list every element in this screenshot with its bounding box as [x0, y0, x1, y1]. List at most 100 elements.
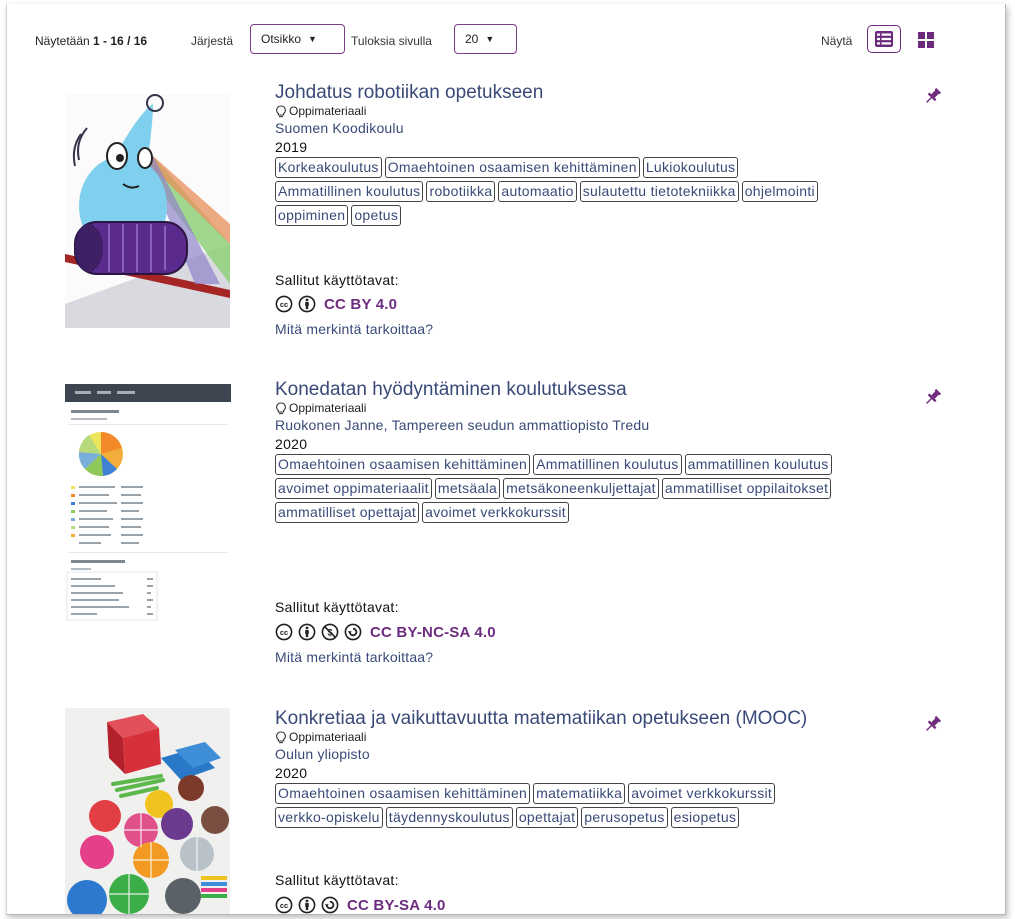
- grid-view-button[interactable]: [917, 31, 935, 49]
- sort-label: Järjestä: [191, 34, 234, 48]
- keyword-tag[interactable]: automaatio: [498, 181, 577, 202]
- license-row: cc CC BY 4.0: [275, 295, 397, 313]
- robot-illustration: [65, 94, 230, 328]
- lightbulb-icon: [276, 731, 286, 744]
- keyword-tag[interactable]: Omaehtoinen osaamisen kehittäminen: [275, 783, 531, 804]
- keyword-tag[interactable]: metsäala: [434, 478, 501, 499]
- result-type: Oppimateriaali: [275, 730, 915, 745]
- result-year: 2019: [275, 139, 308, 155]
- keyword-tag[interactable]: verkko-opiskelu: [275, 807, 383, 828]
- pin-icon[interactable]: [923, 714, 943, 734]
- lightbulb-icon: [276, 402, 286, 415]
- grid-view-icon: [918, 32, 934, 48]
- list-view-button[interactable]: [867, 25, 901, 53]
- result-author-link[interactable]: Ruokonen Janne, Tampereen seudun ammatti…: [275, 416, 915, 435]
- rights-label: Sallitut käyttötavat:: [275, 272, 399, 288]
- by-icon: [298, 295, 316, 313]
- result-title-link[interactable]: Konkretiaa ja vaikuttavuutta matematiika…: [275, 708, 915, 730]
- result-thumbnail[interactable]: [65, 384, 231, 630]
- svg-text:cc: cc: [280, 628, 288, 637]
- result-tags: Omaehtoinen osaamisen kehittäminen matem…: [275, 783, 875, 831]
- keyword-tag[interactable]: opettajat: [515, 807, 579, 828]
- result-content: Konedatan hyödyntäminen koulutuksessa Op…: [275, 379, 915, 665]
- per-page-select-value: 20: [465, 32, 479, 46]
- nc-icon: $: [321, 623, 339, 641]
- view-label: Näytä: [821, 34, 853, 48]
- license-name-link[interactable]: CC BY 4.0: [324, 296, 397, 313]
- keyword-tag[interactable]: Ammatillinen koulutus: [533, 454, 682, 475]
- math-manipulatives-photo: [65, 708, 230, 914]
- by-icon: [298, 623, 316, 641]
- results-count-range: 1 - 16 / 16: [93, 34, 148, 48]
- list-view-icon: [875, 31, 893, 47]
- sort-select[interactable]: Otsikko ▼: [250, 24, 345, 54]
- result-year: 2020: [275, 436, 308, 452]
- result-content: Konkretiaa ja vaikuttavuutta matematiika…: [275, 708, 915, 914]
- per-page-select[interactable]: 20 ▼: [454, 24, 517, 54]
- keyword-tag[interactable]: metsäkoneenkuljettajat: [503, 478, 659, 499]
- keyword-tag[interactable]: täydennyskoulutus: [385, 807, 513, 828]
- pin-icon[interactable]: [923, 86, 943, 106]
- dashboard-screenshot: [65, 384, 231, 630]
- per-page-label: Tuloksia sivulla: [351, 34, 432, 48]
- by-icon: [298, 896, 316, 914]
- keyword-tag[interactable]: ammatilliset oppilaitokset: [661, 478, 832, 499]
- keyword-tag[interactable]: perusopetus: [581, 807, 668, 828]
- search-results-panel: Näytetään 1 - 16 / 16 Järjestä Otsikko ▼…: [6, 4, 1006, 915]
- keyword-tag[interactable]: ohjelmointi: [741, 181, 818, 202]
- result-tags: Omaehtoinen osaamisen kehittäminen Ammat…: [275, 454, 875, 526]
- result-author-link[interactable]: Oulun yliopisto: [275, 745, 915, 764]
- keyword-tag[interactable]: sulautettu tietotekniikka: [579, 181, 739, 202]
- keyword-tag[interactable]: opetus: [351, 205, 402, 226]
- result-year: 2020: [275, 765, 308, 781]
- svg-text:cc: cc: [280, 901, 288, 910]
- result-thumbnail[interactable]: [65, 94, 230, 328]
- result-author-link[interactable]: Suomen Koodikoulu: [275, 119, 915, 138]
- license-info-link[interactable]: Mitä merkintä tarkoittaa?: [275, 321, 433, 337]
- keyword-tag[interactable]: ammatilliset opettajat: [275, 502, 420, 523]
- keyword-tag[interactable]: oppiminen: [275, 205, 349, 226]
- rights-label: Sallitut käyttötavat:: [275, 872, 399, 888]
- keyword-tag[interactable]: Korkeakoulutus: [275, 157, 382, 178]
- license-row: cc $ CC BY-NC-SA 4.0: [275, 623, 496, 641]
- license-name-link[interactable]: CC BY-NC-SA 4.0: [370, 624, 496, 641]
- results-count: Näytetään 1 - 16 / 16: [35, 34, 147, 48]
- chevron-down-icon: ▼: [308, 34, 317, 44]
- result-type-label: Oppimateriaali: [289, 104, 367, 118]
- result-type: Oppimateriaali: [275, 104, 915, 119]
- keyword-tag[interactable]: Omaehtoinen osaamisen kehittäminen: [275, 454, 531, 475]
- result-title-link[interactable]: Konedatan hyödyntäminen koulutuksessa: [275, 379, 915, 401]
- sa-icon: [321, 896, 339, 914]
- keyword-tag[interactable]: Lukiokoulutus: [642, 157, 739, 178]
- sort-select-value: Otsikko: [261, 32, 302, 46]
- license-info-link[interactable]: Mitä merkintä tarkoittaa?: [275, 649, 433, 665]
- chevron-down-icon: ▼: [485, 34, 495, 44]
- svg-text:cc: cc: [280, 300, 288, 309]
- keyword-tag[interactable]: avoimet verkkokurssit: [628, 783, 776, 804]
- keyword-tag[interactable]: Ammatillinen koulutus: [275, 181, 424, 202]
- lightbulb-icon: [276, 105, 286, 118]
- keyword-tag[interactable]: esiopetus: [670, 807, 740, 828]
- keyword-tag[interactable]: matematiikka: [533, 783, 626, 804]
- result-content: Johdatus robotiikan opetukseen Oppimater…: [275, 82, 915, 337]
- result-type-label: Oppimateriaali: [289, 401, 367, 415]
- result-thumbnail[interactable]: [65, 708, 230, 914]
- keyword-tag[interactable]: Omaehtoinen osaamisen kehittäminen: [384, 157, 640, 178]
- keyword-tag[interactable]: avoimet oppimateriaalit: [275, 478, 432, 499]
- result-type-label: Oppimateriaali: [289, 730, 367, 744]
- result-title-link[interactable]: Johdatus robotiikan opetukseen: [275, 82, 915, 104]
- cc-icon: cc: [275, 896, 293, 914]
- sa-icon: [344, 623, 362, 641]
- keyword-tag[interactable]: ammatillinen koulutus: [684, 454, 832, 475]
- result-tags: Korkeakoulutus Omaehtoinen osaamisen keh…: [275, 157, 875, 229]
- results-count-prefix: Näytetään: [35, 34, 90, 48]
- license-name-link[interactable]: CC BY-SA 4.0: [347, 897, 446, 914]
- keyword-tag[interactable]: avoimet verkkokurssit: [422, 502, 570, 523]
- results-toolbar: Näytetään 1 - 16 / 16 Järjestä Otsikko ▼…: [7, 4, 1005, 76]
- result-type: Oppimateriaali: [275, 401, 915, 416]
- keyword-tag[interactable]: robotiikka: [426, 181, 496, 202]
- pin-icon[interactable]: [923, 387, 943, 407]
- cc-icon: cc: [275, 295, 293, 313]
- cc-icon: cc: [275, 623, 293, 641]
- rights-label: Sallitut käyttötavat:: [275, 599, 399, 615]
